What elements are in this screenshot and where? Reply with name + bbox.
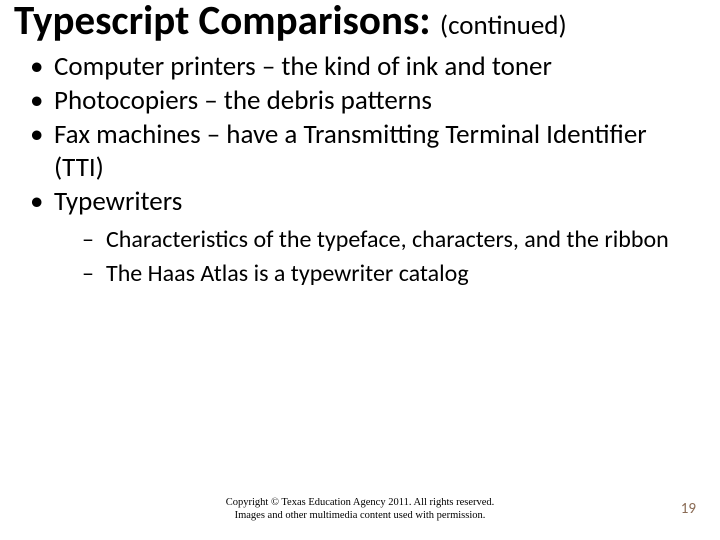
title-main: Typescript Comparisons: xyxy=(14,0,440,46)
list-item: Photocopiers – the debris patterns xyxy=(36,85,702,118)
copyright-line-2: Images and other multimedia content used… xyxy=(0,509,720,522)
slide-title: Typescript Comparisons: (continued) xyxy=(14,0,702,43)
list-item-text: Fax machines – have a Transmitting Termi… xyxy=(54,118,647,184)
sub-bullet-list: Characteristics of the typeface, charact… xyxy=(54,225,702,289)
list-item-text: Characteristics of the typeface, charact… xyxy=(106,225,669,254)
bullet-list: Computer printers – the kind of ink and … xyxy=(18,51,702,289)
copyright-line-1: Copyright © Texas Education Agency 2011.… xyxy=(0,496,720,509)
list-item: Fax machines – have a Transmitting Termi… xyxy=(36,119,702,185)
copyright-footer: Copyright © Texas Education Agency 2011.… xyxy=(0,496,720,522)
list-item: Typewriters Characteristics of the typef… xyxy=(36,186,702,289)
list-item: Characteristics of the typeface, charact… xyxy=(88,225,702,255)
page-number: 19 xyxy=(681,500,696,518)
title-continued: (continued) xyxy=(440,9,567,42)
slide-content: Computer printers – the kind of ink and … xyxy=(14,43,702,289)
list-item-text: Typewriters xyxy=(54,185,182,218)
list-item: The Haas Atlas is a typewriter catalog xyxy=(88,259,702,289)
list-item-text: The Haas Atlas is a typewriter catalog xyxy=(106,259,469,288)
list-item-text: Computer printers – the kind of ink and … xyxy=(54,50,552,83)
list-item-text: Photocopiers – the debris patterns xyxy=(54,84,432,117)
list-item: Computer printers – the kind of ink and … xyxy=(36,51,702,84)
slide: Typescript Comparisons: (continued) Comp… xyxy=(0,0,720,540)
